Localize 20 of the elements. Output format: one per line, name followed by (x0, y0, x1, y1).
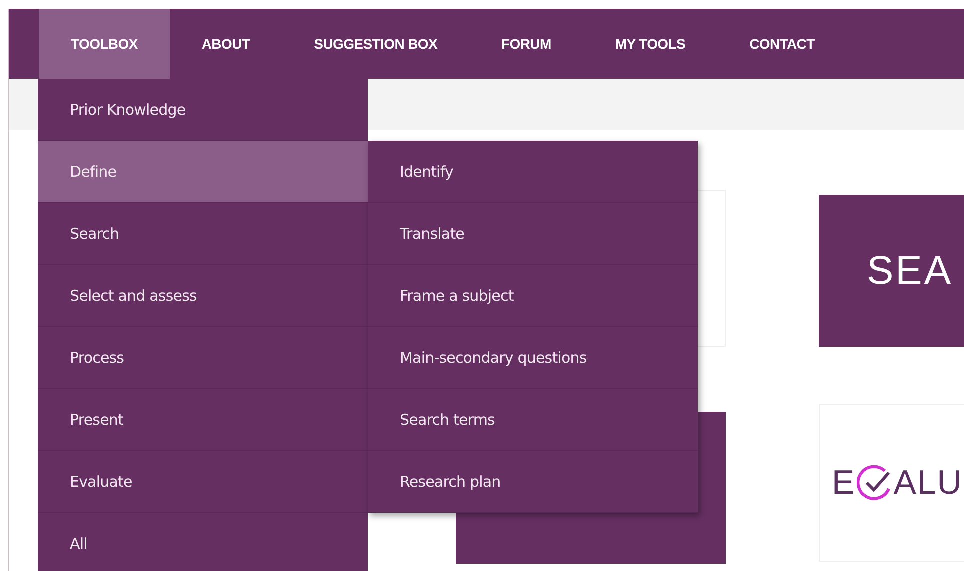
banner-title: SEA (867, 248, 954, 294)
nav-item[interactable]: MY TOOLS (583, 9, 718, 79)
submenu-item[interactable]: Frame a subject (368, 265, 698, 327)
nav-item[interactable]: TOOLBOX (39, 9, 170, 79)
search-banner[interactable]: SEA (819, 195, 964, 347)
nav-item[interactable]: CONTACT (718, 9, 847, 79)
nav-item[interactable]: FORUM (470, 9, 584, 79)
logo-text: ALU (894, 464, 963, 502)
check-circle-icon (856, 465, 893, 501)
submenu-item[interactable]: Identify (368, 141, 698, 203)
logo-card[interactable]: E ALU (819, 404, 964, 562)
menu-item[interactable]: Define (38, 141, 368, 203)
submenu-item[interactable]: Search terms (368, 389, 698, 451)
menu-item[interactable]: All (38, 513, 368, 571)
nav-item[interactable]: SUGGESTION BOX (282, 9, 470, 79)
submenu-item[interactable]: Translate (368, 203, 698, 265)
submenu-item[interactable]: Main-secondary questions (368, 327, 698, 389)
submenu-item[interactable]: Research plan (368, 451, 698, 513)
nav-item[interactable]: ABOUT (170, 9, 282, 79)
logo-text: E (832, 464, 856, 502)
